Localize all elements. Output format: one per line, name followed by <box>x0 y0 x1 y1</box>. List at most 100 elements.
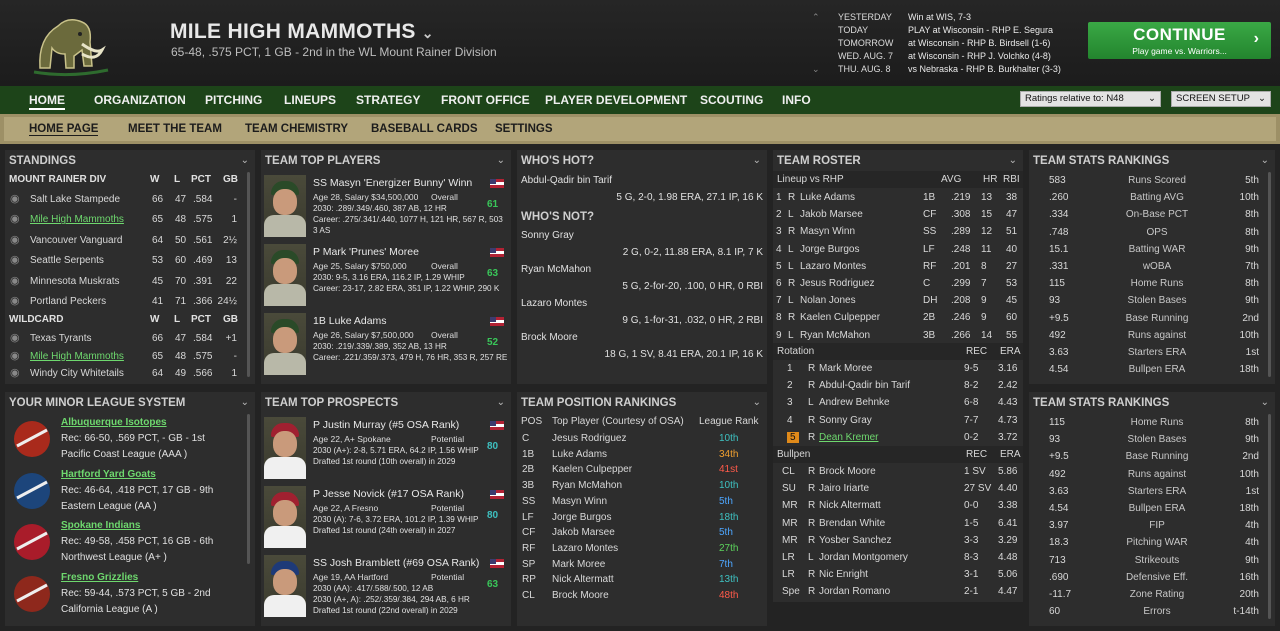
nav-strategy[interactable]: STRATEGY <box>356 93 420 107</box>
player-name[interactable]: Jakob Marsee <box>552 524 615 541</box>
player-name[interactable]: Mark Moree <box>819 360 872 377</box>
player-name[interactable]: Brock Moore <box>552 587 609 604</box>
position-row[interactable]: SS Masyn Winn 5th <box>517 493 767 510</box>
position-row[interactable]: RP Nick Altermatt 13th <box>517 571 767 588</box>
standings-row[interactable]: ◉ Texas Tyrants 66 47 .584 +1 <box>5 330 255 347</box>
rotation-row[interactable]: 4 R Sonny Gray 7-7 4.73 <box>773 412 1023 429</box>
player-name[interactable]: Yosber Sanchez <box>819 532 891 549</box>
player-name[interactable]: P Mark 'Prunes' Moree <box>313 246 419 258</box>
player-name[interactable]: SS Masyn 'Energizer Bunny' Winn <box>313 177 472 189</box>
schedule-row[interactable]: ⌄ THU. AUG. 8 vs Nebraska - RHP B. Burkhal… <box>812 63 1061 76</box>
standings-row[interactable]: ◉ Windy City Whitetails 64 49 .566 1 <box>5 365 255 382</box>
lineup-row[interactable]: 5 L Lazaro Montes RF .201 8 27 <box>773 258 1023 275</box>
player-name[interactable]: Abdul-Qadir bin Tarif <box>819 377 910 394</box>
lineup-row[interactable]: 3 R Masyn Winn SS .289 12 51 <box>773 223 1023 240</box>
nav-home[interactable]: HOME <box>29 93 65 110</box>
player-name[interactable]: Luke Adams <box>800 189 855 206</box>
player-name[interactable]: Jorge Burgos <box>552 509 611 526</box>
screen-setup-select[interactable]: SCREEN SETUP ⌄ <box>1171 91 1271 107</box>
player-name[interactable]: Dean Kremer <box>819 429 878 446</box>
player-name[interactable]: Ryan McMahon <box>800 327 870 344</box>
team-name[interactable]: Mile High Mammoths <box>30 211 124 228</box>
subnav-baseball-cards[interactable]: BASEBALL CARDS <box>371 123 478 135</box>
team-name[interactable]: MILE HIGH MAMMOTHS ⌄ <box>170 20 434 44</box>
schedule-row[interactable]: WED. AUG. 7 at Wisconsin - RHP J. Volchko… <box>812 50 1061 63</box>
player-name[interactable]: Kaelen Culpepper <box>800 309 880 326</box>
standings-row[interactable]: ◉ Mile High Mammoths 65 48 .575 1 <box>5 211 255 228</box>
player-name[interactable]: Jesus Rodriguez <box>800 275 874 292</box>
chevron-down-icon[interactable]: ⌄ <box>753 155 761 166</box>
position-row[interactable]: CL Brock Moore 48th <box>517 587 767 604</box>
player-name[interactable]: Jesus Rodriguez <box>552 430 626 447</box>
player-name[interactable]: P Justin Murray (#5 OSA Rank) <box>313 419 459 431</box>
scrollbar[interactable] <box>1268 414 1271 619</box>
player-card[interactable]: 1B Luke Adams Age 26, Salary $7,500,000 Ov… <box>261 311 511 379</box>
position-row[interactable]: SP Mark Moree 7th <box>517 556 767 573</box>
lineup-row[interactable]: 6 R Jesus Rodriguez C .299 7 53 <box>773 275 1023 292</box>
position-row[interactable]: 3B Ryan McMahon 10th <box>517 477 767 494</box>
player-name[interactable]: Jordan Romano <box>819 583 890 600</box>
player-name[interactable]: Lazaro Montes <box>800 258 866 275</box>
lineup-row[interactable]: 4 L Jorge Burgos LF .248 11 40 <box>773 241 1023 258</box>
nav-info[interactable]: INFO <box>782 93 811 107</box>
subnav-team-chemistry[interactable]: TEAM CHEMISTRY <box>245 123 348 135</box>
minor-team[interactable]: Spokane Indians Rec: 49-58, .458 PCT, 16 … <box>5 517 255 569</box>
player-name[interactable]: Ryan McMahon <box>552 477 622 494</box>
ratings-relative-select[interactable]: Ratings relative to: N48 ⌄ <box>1020 91 1161 107</box>
minor-team-name[interactable]: Fresno Grizzlies <box>61 572 138 583</box>
player-name[interactable]: Brendan White <box>819 515 885 532</box>
standings-row[interactable]: ◉ Seattle Serpents 53 60 .469 13 <box>5 252 255 269</box>
chevron-down-icon[interactable]: ⌄ <box>1261 397 1269 408</box>
player-name[interactable]: Jorge Burgos <box>800 241 859 258</box>
nav-organization[interactable]: ORGANIZATION <box>94 93 186 107</box>
standings-row[interactable]: ◉ Minnesota Muskrats 45 70 .391 22 <box>5 273 255 290</box>
chevron-down-icon[interactable]: ⌄ <box>241 155 249 166</box>
minor-team[interactable]: Albuquerque Isotopes Rec: 66-50, .569 PCT… <box>5 414 255 466</box>
player-name[interactable]: 1B Luke Adams <box>313 315 387 327</box>
player-name[interactable]: Sonny Gray <box>521 230 574 241</box>
rotation-row[interactable]: 2 R Abdul-Qadir bin Tarif 8-2 2.42 <box>773 377 1023 394</box>
schedule-row[interactable]: TOMORROW at Wisconsin - RHP B. Birdsell (… <box>812 37 1061 50</box>
player-name[interactable]: Jakob Marsee <box>800 206 863 223</box>
team-name[interactable]: Mile High Mammoths <box>30 348 124 365</box>
chevron-down-icon[interactable]: ⌄ <box>753 397 761 408</box>
player-name[interactable]: Jordan Montgomery <box>819 549 908 566</box>
player-name[interactable]: Masyn Winn <box>552 493 607 510</box>
chevron-down-icon[interactable]: ⌄ <box>422 25 434 41</box>
player-name[interactable]: Masyn Winn <box>800 223 855 240</box>
nav-lineups[interactable]: LINEUPS <box>284 93 336 107</box>
minor-team-name[interactable]: Hartford Yard Goats <box>61 469 156 480</box>
player-name[interactable]: Nick Altermatt <box>819 497 881 514</box>
chevron-down-icon[interactable]: ⌄ <box>241 397 249 408</box>
standings-row[interactable]: ◉ Mile High Mammoths 65 48 .575 - <box>5 348 255 365</box>
player-name[interactable]: Kaelen Culpepper <box>552 461 632 478</box>
lineup-row[interactable]: 1 R Luke Adams 1B .219 13 38 <box>773 189 1023 206</box>
player-card[interactable]: P Mark 'Prunes' Moree Age 25, Salary $750… <box>261 242 511 310</box>
chevron-down-icon[interactable]: ⌄ <box>1261 155 1269 166</box>
lineup-row[interactable]: 8 R Kaelen Culpepper 2B .246 9 60 <box>773 309 1023 326</box>
chevron-down-icon[interactable]: ⌄ <box>497 155 505 166</box>
player-name[interactable]: Nick Altermatt <box>552 571 614 588</box>
player-name[interactable]: SS Josh Bramblett (#69 OSA Rank) <box>313 557 479 569</box>
position-row[interactable]: 2B Kaelen Culpepper 41st <box>517 461 767 478</box>
bullpen-row[interactable]: LR L Jordan Montgomery 8-3 4.48 <box>773 549 1023 566</box>
lineup-row[interactable]: 9 L Ryan McMahon 3B .266 14 55 <box>773 327 1023 344</box>
player-name[interactable]: Abdul-Qadir bin Tarif <box>521 175 612 186</box>
standings-row[interactable]: ◉ Portland Peckers 41 71 .366 24½ <box>5 293 255 310</box>
player-card[interactable]: P Justin Murray (#5 OSA Rank) Age 22, A+ … <box>261 415 511 483</box>
minor-team[interactable]: Fresno Grizzlies Rec: 59-44, .573 PCT, 5 … <box>5 569 255 621</box>
player-name[interactable]: Nolan Jones <box>800 292 856 309</box>
chevron-up-icon[interactable]: ⌃ <box>812 11 838 24</box>
player-card[interactable]: P Jesse Novick (#17 OSA Rank) Age 22, A F… <box>261 484 511 552</box>
player-card[interactable]: SS Masyn 'Energizer Bunny' Winn Age 28, S… <box>261 173 511 241</box>
player-name[interactable]: Lazaro Montes <box>521 298 587 309</box>
chevron-down-icon[interactable]: ⌄ <box>497 397 505 408</box>
player-name[interactable]: Jairo Iriarte <box>819 480 869 497</box>
position-row[interactable]: C Jesus Rodriguez 10th <box>517 430 767 447</box>
position-row[interactable]: CF Jakob Marsee 5th <box>517 524 767 541</box>
bullpen-row[interactable]: LR R Nic Enright 3-1 5.06 <box>773 566 1023 583</box>
position-row[interactable]: RF Lazaro Montes 27th <box>517 540 767 557</box>
subnav-settings[interactable]: SETTINGS <box>495 123 553 135</box>
subnav-meet-the-team[interactable]: MEET THE TEAM <box>128 123 222 135</box>
lineup-row[interactable]: 2 L Jakob Marsee CF .308 15 47 <box>773 206 1023 223</box>
